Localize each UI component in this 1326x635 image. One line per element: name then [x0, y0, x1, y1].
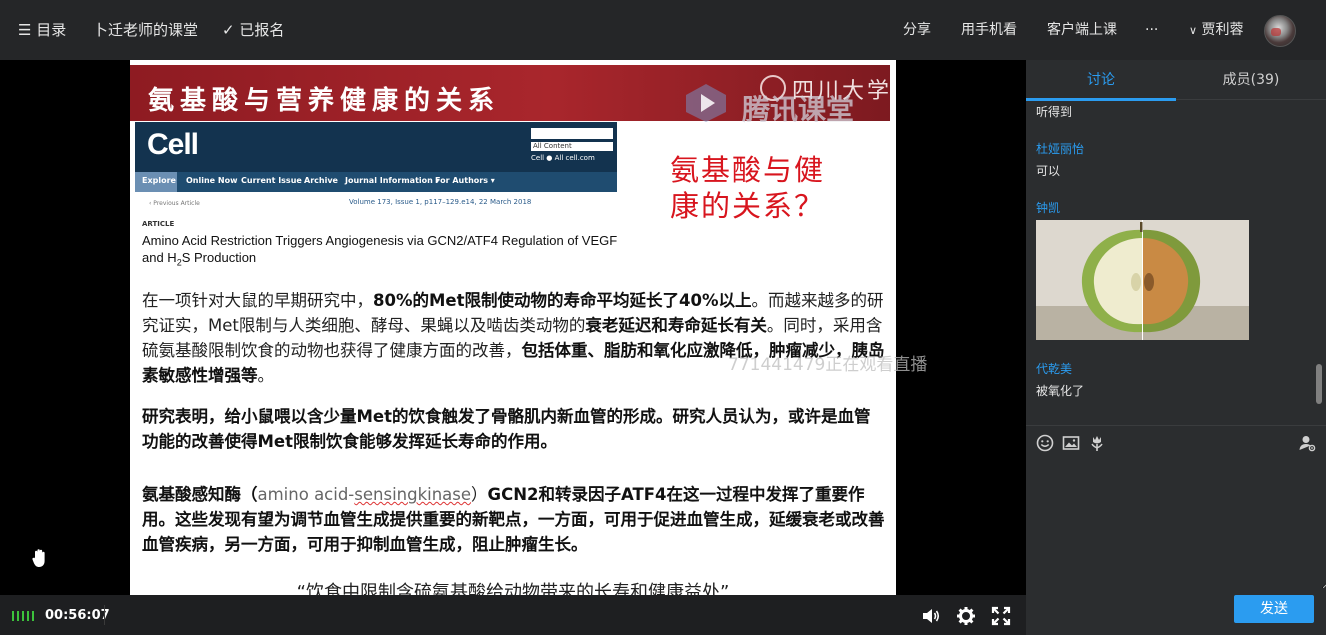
cell-nav-item: Explore	[142, 176, 176, 185]
cell-article-screenshot: Cell All Content Cell ● All cell.com Exp…	[135, 122, 617, 272]
chat-input[interactable]	[1026, 455, 1326, 589]
apple-photo-image	[1036, 220, 1249, 340]
emoji-icon[interactable]	[1036, 434, 1054, 452]
chat-sender-name[interactable]: 杜娅丽怡	[1036, 140, 1084, 157]
cell-search-scope: Cell ● All cell.com	[531, 154, 595, 162]
user-menu[interactable]: ∨ 贾利蓉	[1189, 20, 1244, 41]
chat-messages[interactable]: 听得到 杜娅丽怡 可以 钟凯 代乾美 被氧化了	[1026, 100, 1318, 410]
cell-previous-article: ‹ Previous Article	[149, 200, 200, 207]
signal-strength-icon	[12, 611, 34, 621]
slide-title: 氨基酸与营养健康的关系	[148, 86, 501, 116]
avatar[interactable]	[1264, 15, 1296, 47]
user-name: 贾利蓉	[1201, 22, 1244, 38]
side-panel: 讨论 成员(39) 听得到 杜娅丽怡 可以 钟凯 代乾美 被氧化了 发送	[1026, 60, 1326, 635]
chat-message-text: 被氧化了	[1036, 384, 1085, 398]
slide-quote: “饮食中限制含硫氨基酸给动物带来的长寿和健康益处”	[296, 582, 730, 595]
raise-hand-icon[interactable]	[31, 548, 49, 568]
cell-nav-item: Online Now	[186, 176, 238, 185]
tab-members[interactable]: 成员(39)	[1176, 60, 1326, 100]
slide-paragraph: 研究表明，给小鼠喂以含少量Met的饮食触发了骨骼肌内新血管的形成。研究人员认为，…	[142, 407, 871, 451]
tencent-classroom-watermark: 腾讯课堂	[742, 93, 855, 126]
cell-nav: Explore Online Now Current Issue Archive…	[135, 172, 617, 192]
slide-paragraph: 氨基酸感知酶（amino acid-sensingkinase）GCN2和转录因…	[142, 485, 885, 554]
watch-on-phone-button[interactable]: 用手机看	[961, 20, 1017, 40]
cell-header: Cell All Content Cell ● All cell.com	[135, 122, 617, 172]
chevron-down-icon: ∨	[1189, 24, 1198, 37]
live-viewer-watermark: 771441479正在观看直播	[728, 355, 928, 375]
top-bar: ☰ 目录 卜迁老师的课堂 ✓ 已报名 分享 用手机看 客户端上课 ··· ∨ 贾…	[0, 0, 1326, 60]
divider	[104, 605, 105, 625]
check-icon: ✓	[222, 21, 235, 39]
cell-logo: Cell	[147, 128, 199, 161]
chat-message-text: 可以	[1036, 164, 1061, 178]
share-button[interactable]: 分享	[903, 20, 931, 40]
more-button[interactable]: ···	[1145, 20, 1158, 40]
volume-icon[interactable]	[921, 606, 941, 626]
enrolled-label: 已报名	[239, 21, 285, 39]
flower-gift-icon[interactable]	[1088, 434, 1106, 452]
cell-all-content: All Content	[531, 142, 613, 151]
cell-article-type: ARTICLE	[142, 220, 175, 228]
menu-button[interactable]: ☰ 目录	[18, 20, 66, 40]
cell-search-input	[531, 128, 613, 139]
cell-volume-info: Volume 173, Issue 1, p117–129.e14, 22 Ma…	[349, 198, 532, 206]
cell-search-box: All Content Cell ● All cell.com	[531, 128, 615, 168]
elapsed-time: 00:56:07	[45, 608, 110, 623]
cell-nav-item: Current Issue	[241, 176, 302, 185]
player-controls: 00:56:07	[0, 595, 1026, 635]
chat-scrollbar-thumb[interactable]	[1316, 364, 1322, 404]
tab-discussion[interactable]: 讨论	[1026, 60, 1176, 100]
user-settings-icon[interactable]	[1298, 434, 1316, 452]
lecture-slide: 氨基酸与营养健康的关系 四川大学 腾讯课堂 Cell All Content C…	[130, 60, 896, 595]
course-title[interactable]: 卜迁老师的课堂	[93, 20, 198, 40]
chat-sender-name[interactable]: 钟凯	[1036, 199, 1060, 216]
send-button[interactable]: 发送	[1234, 595, 1314, 623]
cell-nav-item: For Authors ▾	[435, 176, 495, 185]
cell-nav-item: Archive	[304, 176, 338, 185]
slide-question: 氨基酸与健康的关系？	[670, 153, 826, 223]
image-upload-icon[interactable]	[1062, 434, 1080, 452]
cell-nav-item: Journal Information ▾	[345, 176, 440, 185]
settings-gear-icon[interactable]	[956, 606, 976, 626]
chat-sender-name[interactable]: 代乾美	[1036, 360, 1072, 377]
chat-message-text: 听得到	[1036, 105, 1073, 119]
tencent-classroom-logo-icon	[686, 84, 726, 122]
fullscreen-icon[interactable]	[991, 606, 1011, 626]
menu-icon: ☰	[18, 21, 32, 39]
enrolled-status: ✓ 已报名	[222, 20, 284, 40]
panel-tabs: 讨论 成员(39)	[1026, 60, 1326, 101]
chat-toolbar	[1026, 425, 1326, 455]
client-class-button[interactable]: 客户端上课	[1047, 20, 1117, 40]
menu-label: 目录	[36, 21, 67, 39]
chat-image-message[interactable]	[1036, 220, 1249, 340]
cell-article-title: Amino Acid Restriction Triggers Angiogen…	[142, 233, 618, 268]
